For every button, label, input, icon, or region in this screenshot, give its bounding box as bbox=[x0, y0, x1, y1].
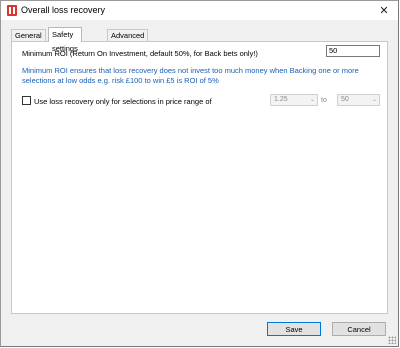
tab-panel-safety-settings: Minimum ROI (Return On Investment, defau… bbox=[11, 41, 388, 314]
close-icon[interactable]: ✕ bbox=[370, 1, 398, 20]
chevron-down-icon: ⌄ bbox=[371, 97, 377, 103]
title-bar[interactable]: Overall loss recovery ✕ bbox=[1, 1, 398, 20]
cancel-button[interactable]: Cancel bbox=[332, 322, 386, 336]
tab-safety-settings[interactable]: Safety settings bbox=[48, 27, 82, 53]
price-from-value: 1.25 bbox=[274, 96, 288, 103]
price-to-select: 50 ⌄ bbox=[337, 94, 380, 106]
resize-grip-icon[interactable] bbox=[388, 336, 396, 344]
tab-advanced[interactable]: Advanced bbox=[107, 29, 149, 41]
price-to-value: 50 bbox=[341, 96, 349, 103]
dialog-window: Overall loss recovery ✕ General Safety s… bbox=[0, 0, 399, 347]
save-button[interactable]: Save bbox=[267, 322, 321, 336]
price-range-checkbox-label[interactable]: Use loss recovery only for selections in… bbox=[34, 97, 212, 106]
min-roi-input[interactable]: 50 bbox=[326, 45, 380, 57]
min-roi-help-text: Minimum ROI ensures that loss recovery d… bbox=[22, 66, 359, 85]
price-from-select: 1.25 ⌄ bbox=[270, 94, 318, 106]
app-icon bbox=[7, 5, 17, 16]
chevron-down-icon: ⌄ bbox=[309, 97, 315, 103]
tab-general[interactable]: General bbox=[11, 29, 46, 41]
price-range-checkbox[interactable] bbox=[22, 96, 31, 105]
to-label: to bbox=[321, 97, 327, 104]
window-title: Overall loss recovery bbox=[21, 5, 106, 15]
